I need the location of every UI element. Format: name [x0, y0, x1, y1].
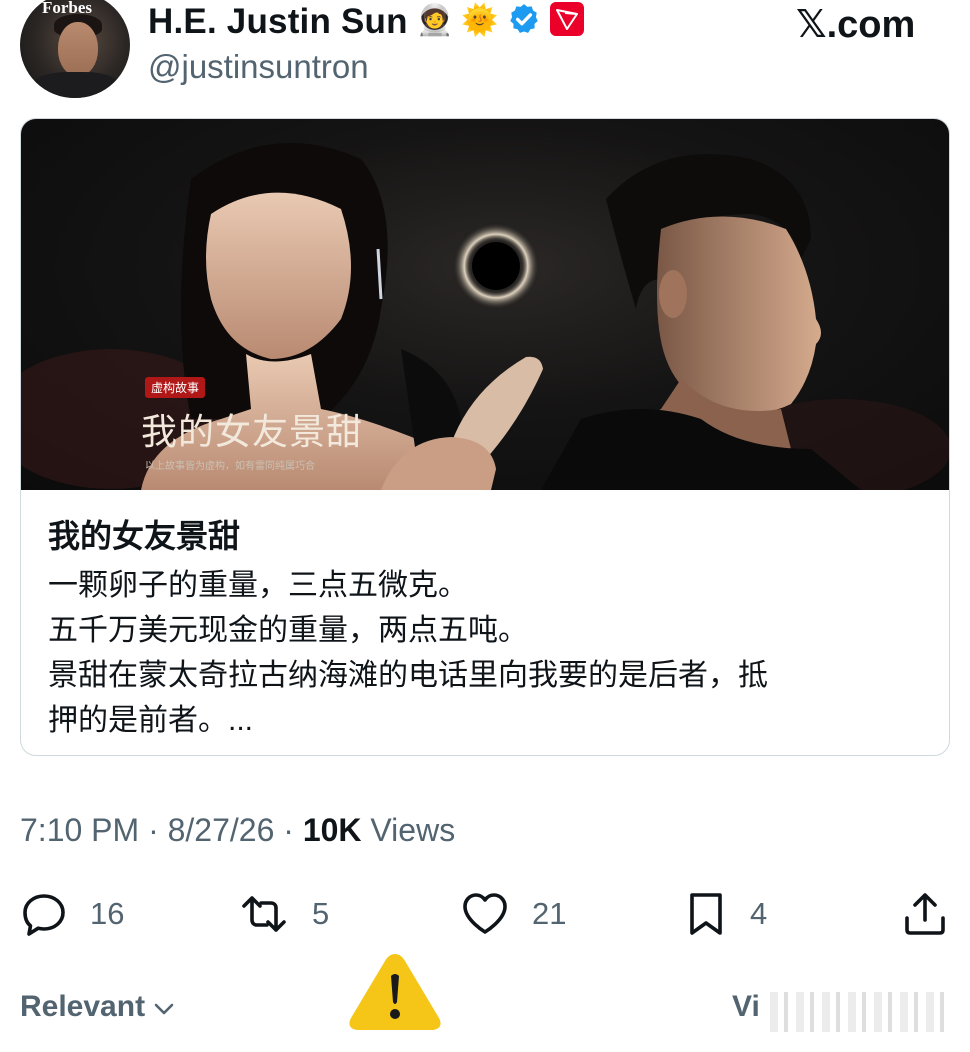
- sort-label: Relevant: [20, 990, 146, 1023]
- card-body-line: 押的是前者。...: [48, 704, 254, 737]
- poster-caption: 以上故事皆为虚构，如有雷同纯属巧合: [145, 461, 315, 472]
- sort-dropdown[interactable]: Relevant: [20, 990, 175, 1024]
- post-date[interactable]: 8/27/26: [168, 812, 275, 848]
- bookmark-icon: [684, 890, 728, 938]
- post-meta: 7:10 PM · 8/27/26 · 10K Views: [20, 812, 455, 849]
- bookmark-button[interactable]: 4: [684, 890, 767, 938]
- card-body: 一颗卵子的重量，三点五微克。 五千万美元现金的重量，两点五吨。 景甜在蒙太奇拉古…: [48, 563, 928, 743]
- avatar[interactable]: Forbes: [20, 0, 130, 98]
- bookmark-count: 4: [750, 896, 768, 931]
- avatar-face: [58, 22, 98, 76]
- like-icon: [460, 890, 510, 938]
- share-icon: [902, 890, 948, 938]
- card-body-line: 一颗卵子的重量，三点五微克。: [48, 569, 468, 602]
- views-count[interactable]: 10K: [303, 812, 362, 848]
- link-card[interactable]: 虚构故事 我的女友景甜 以上故事皆为虚构，如有雷同纯属巧合 我的女友景甜 一颗卵…: [20, 118, 950, 756]
- reply-count: 16: [90, 896, 125, 931]
- verified-badge-icon[interactable]: [507, 2, 541, 41]
- repost-icon: [238, 890, 290, 938]
- display-name[interactable]: H.E. Justin Sun: [148, 2, 408, 42]
- reply-icon: [20, 890, 68, 938]
- meta-separator: ·: [274, 812, 303, 848]
- card-image[interactable]: 虚构故事 我的女友景甜 以上故事皆为虚构，如有雷同纯属巧合: [21, 119, 949, 490]
- avatar-suit: [30, 72, 122, 98]
- share-button[interactable]: [902, 890, 948, 938]
- tron-logo-icon[interactable]: [549, 1, 585, 42]
- views-label: Views: [361, 812, 456, 848]
- sun-emoji: 🌞: [461, 4, 499, 37]
- card-body-line: 景甜在蒙太奇拉古纳海滩的电话里向我要的是后者，抵: [48, 659, 768, 692]
- reply-button[interactable]: 16: [20, 890, 124, 938]
- like-button[interactable]: 21: [460, 890, 566, 938]
- warning-icon: [345, 948, 445, 1039]
- view-quotes-link[interactable]: Vi: [732, 990, 760, 1024]
- like-count: 21: [532, 896, 567, 931]
- repost-button[interactable]: 5: [238, 890, 329, 938]
- watermark: [770, 992, 950, 1032]
- post-time[interactable]: 7:10 PM: [20, 812, 139, 848]
- meta-separator: ·: [139, 812, 168, 848]
- avatar-forbes-text: Forbes: [42, 0, 93, 17]
- user-handle[interactable]: @justinsuntron: [148, 48, 369, 86]
- site-label: 𝕏.com: [796, 4, 916, 46]
- name-badges: 🧑‍🚀 🌞: [416, 0, 585, 42]
- card-title: 我的女友景甜: [48, 518, 241, 554]
- repost-count: 5: [312, 896, 330, 931]
- poster-title: 我的女友景甜: [141, 412, 364, 453]
- astronaut-emoji: 🧑‍🚀: [416, 4, 454, 37]
- poster-tag: 虚构故事: [145, 377, 206, 398]
- card-body-line: 五千万美元现金的重量，两点五吨。: [48, 614, 528, 647]
- chevron-down-icon: [153, 990, 175, 1024]
